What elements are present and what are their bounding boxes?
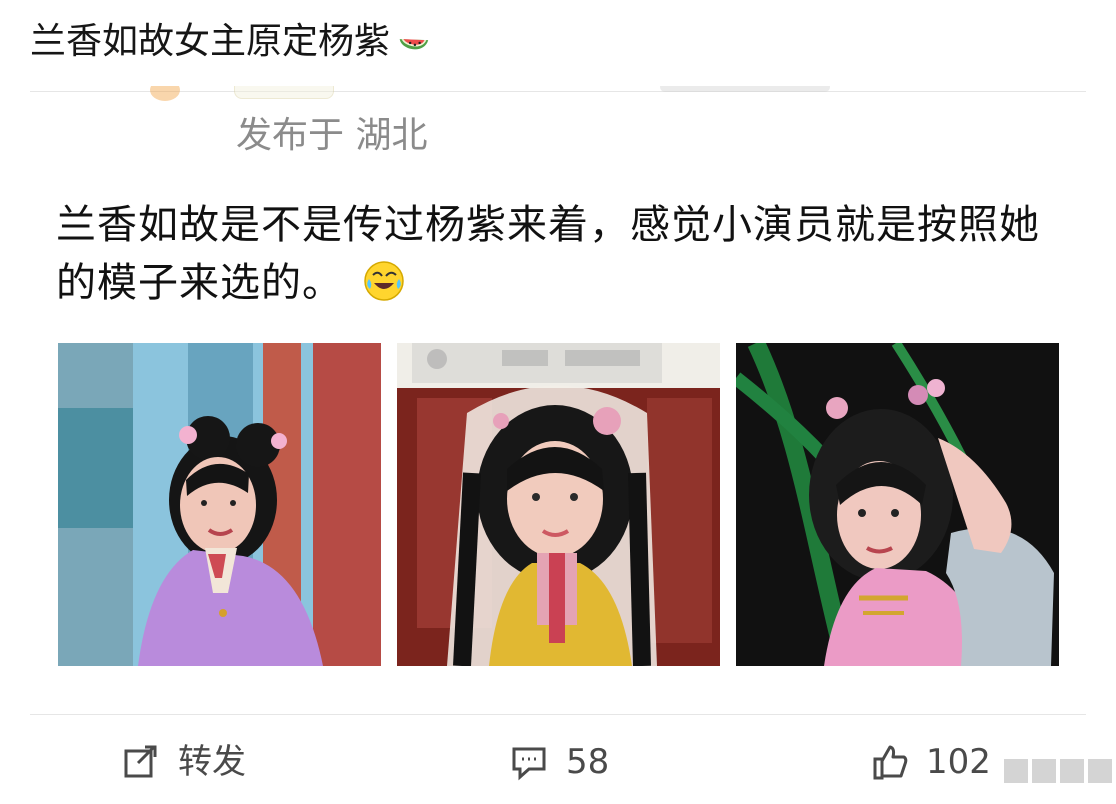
watermark-block [1086,757,1114,785]
topic-title[interactable]: 兰香如故女主原定杨紫 [30,18,432,66]
pixel-watermark [1002,757,1114,789]
watermark-block [1002,757,1030,785]
cropped-post-header [100,86,840,102]
laughing-icon [363,260,405,302]
badge [234,86,334,99]
watermelon-icon [394,23,432,61]
photo-3[interactable] [736,343,1059,666]
watermark-block [1030,757,1058,785]
post-location: 发布于 湖北 [236,115,428,156]
repost-label: 转发 [178,742,246,782]
post-actions: 转发 58 102 [0,732,1116,796]
like-icon [873,745,908,780]
avatar [150,86,180,101]
like-button[interactable]: 102 [868,740,991,784]
like-count: 102 [926,742,991,782]
share-icon [124,745,157,778]
watermark-block [1058,757,1086,785]
repost-button[interactable]: 转发 [120,740,246,784]
photo-2[interactable] [397,343,720,666]
comment-icon [512,747,546,781]
footer-divider [30,714,1086,715]
weibo-post-screenshot: 兰香如故女主原定杨紫 发布于 湖北 兰香如故是不是传过杨紫来着，感觉小演员就是按… [0,0,1116,804]
post-text: 兰香如故是不是传过杨紫来着，感觉小演员就是按照她的模子来选的。 [56,202,1040,306]
photo-1[interactable] [58,343,381,666]
cropped-username [660,86,830,92]
comment-button[interactable]: 58 [508,740,609,784]
topic-title-text: 兰香如故女主原定杨紫 [30,21,391,62]
comment-count: 58 [566,742,610,782]
post-content: 兰香如故是不是传过杨紫来着，感觉小演员就是按照她的模子来选的。 [56,196,1046,312]
